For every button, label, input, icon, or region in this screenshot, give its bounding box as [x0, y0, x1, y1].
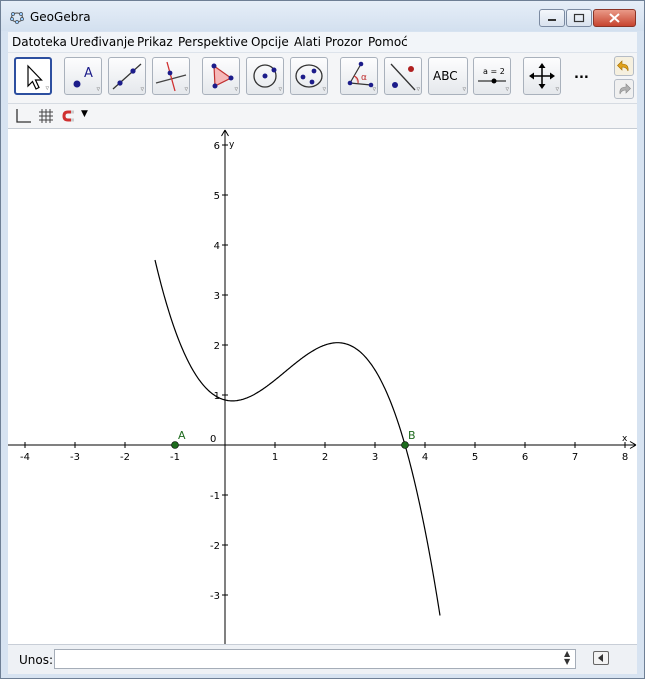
menu-prozor[interactable]: Prozor — [325, 35, 363, 49]
app-window: GeoGebra Datoteka Uređivanje Prikaz Pers… — [0, 0, 645, 679]
y-tick-label: 2 — [214, 341, 220, 352]
x-tick-label: 5 — [472, 452, 478, 463]
graphics-view[interactable]: x y 0 -4 -3 -2 -1 1 2 3 4 5 6 7 8 6 5 4 3 2 1 -1 -2 -3 AB — [8, 129, 637, 644]
toolbar: ▿ A ▿ ▿ ▿ ▿ ▿ ▿ α ▿ ▿ ABC ▿ a = 2 ▿ ▿ ..… — [8, 53, 637, 104]
magnet-icon[interactable] — [60, 107, 78, 125]
close-button[interactable] — [593, 9, 636, 27]
minimize-button[interactable] — [539, 9, 565, 27]
slider-tool-label: a = 2 — [483, 67, 505, 76]
x-tick-label: 1 — [272, 452, 278, 463]
minimize-icon — [548, 19, 556, 21]
graphics-canvas[interactable]: x y 0 -4 -3 -2 -1 1 2 3 4 5 6 7 8 654321-1-2-3 AB — [8, 129, 637, 644]
geogebra-logo-icon — [10, 12, 24, 24]
tool-reflect[interactable]: ▿ — [384, 57, 422, 95]
tool-angle[interactable]: α ▿ — [340, 57, 378, 95]
menu-uredivanje[interactable]: Uređivanje — [70, 35, 135, 49]
svg-text:α: α — [361, 73, 367, 83]
tool-polygon[interactable]: ▿ — [202, 57, 240, 95]
y-tick-label: -3 — [210, 591, 220, 602]
x-tick-label: -3 — [70, 452, 80, 463]
tool-move-graphics[interactable]: ▿ — [523, 57, 561, 95]
tool-circle[interactable]: ▿ — [246, 57, 284, 95]
show-grid-icon[interactable] — [37, 107, 55, 125]
show-axes-icon[interactable] — [14, 107, 32, 125]
tool-slider[interactable]: a = 2 ▿ — [473, 57, 511, 95]
input-history-spinner[interactable]: ▲ ▼ — [564, 650, 570, 666]
point-b[interactable] — [401, 441, 409, 449]
y-tick-label: -1 — [210, 491, 220, 502]
x-tick-label: -4 — [20, 452, 30, 463]
menu-perspektive[interactable]: Perspektive — [178, 35, 248, 49]
menu-bar: Datoteka Uređivanje Prikaz Perspektive O… — [8, 32, 637, 53]
svg-text:A: A — [84, 66, 93, 81]
y-tick-label: 5 — [214, 191, 220, 202]
tool-conic[interactable]: ▿ — [290, 57, 328, 95]
text-icon: ABC — [433, 69, 458, 83]
undo-button[interactable] — [614, 56, 634, 76]
maximize-button[interactable] — [566, 9, 592, 27]
triangle-left-icon — [598, 654, 603, 662]
tool-text[interactable]: ABC ▿ — [428, 57, 468, 95]
input-field[interactable] — [54, 649, 576, 669]
function-graph[interactable] — [154, 259, 441, 616]
tool-move[interactable]: ▿ — [14, 57, 52, 95]
tool-line[interactable]: ▿ — [108, 57, 146, 95]
input-label: Unos: — [19, 653, 54, 667]
window-title: GeoGebra — [30, 10, 91, 24]
keyboard-toggle-button[interactable] — [593, 651, 609, 665]
redo-button[interactable] — [614, 79, 634, 99]
title-bar: GeoGebra — [1, 1, 644, 31]
x-tick-label: 4 — [422, 452, 428, 463]
style-bar: ▼ — [8, 104, 637, 129]
redo-icon — [619, 83, 631, 95]
x-tick-label: 8 — [622, 452, 628, 463]
y-tick-label: 3 — [214, 291, 220, 302]
y-tick-label: -2 — [210, 541, 220, 552]
point-label: B — [408, 429, 416, 442]
point-a[interactable] — [171, 441, 179, 449]
x-tick-label: -1 — [170, 452, 180, 463]
input-bar: Unos: ▲ ▼ — [8, 644, 637, 674]
tool-perpendicular[interactable]: ▿ — [152, 57, 190, 95]
snapping-dropdown-arrow[interactable]: ▼ — [81, 109, 88, 119]
undo-icon — [617, 60, 629, 72]
x-tick-label: 2 — [322, 452, 328, 463]
y-axis-label: y — [229, 140, 235, 150]
text-tool-label: ABC — [433, 69, 458, 83]
close-icon — [609, 13, 620, 23]
origin-label: 0 — [210, 434, 216, 445]
point-label: A — [178, 429, 186, 442]
tool-point[interactable]: A ▿ — [64, 57, 102, 95]
y-tick-label: 6 — [214, 141, 220, 152]
menu-prikaz[interactable]: Prikaz — [137, 35, 173, 49]
menu-alati[interactable]: Alati — [294, 35, 321, 49]
menu-datoteka[interactable]: Datoteka — [12, 35, 67, 49]
x-tick-label: 6 — [522, 452, 528, 463]
y-tick-label: 4 — [214, 241, 220, 252]
x-tick-label: 3 — [372, 452, 378, 463]
more-tools-button[interactable]: ... — [574, 67, 589, 82]
menu-opcije[interactable]: Opcije — [251, 35, 289, 49]
x-tick-label: -2 — [120, 452, 130, 463]
menu-pomoc[interactable]: Pomoć — [368, 35, 408, 49]
x-tick-label: 7 — [572, 452, 578, 463]
axes: x y 0 — [8, 129, 637, 644]
maximize-icon — [573, 13, 585, 23]
